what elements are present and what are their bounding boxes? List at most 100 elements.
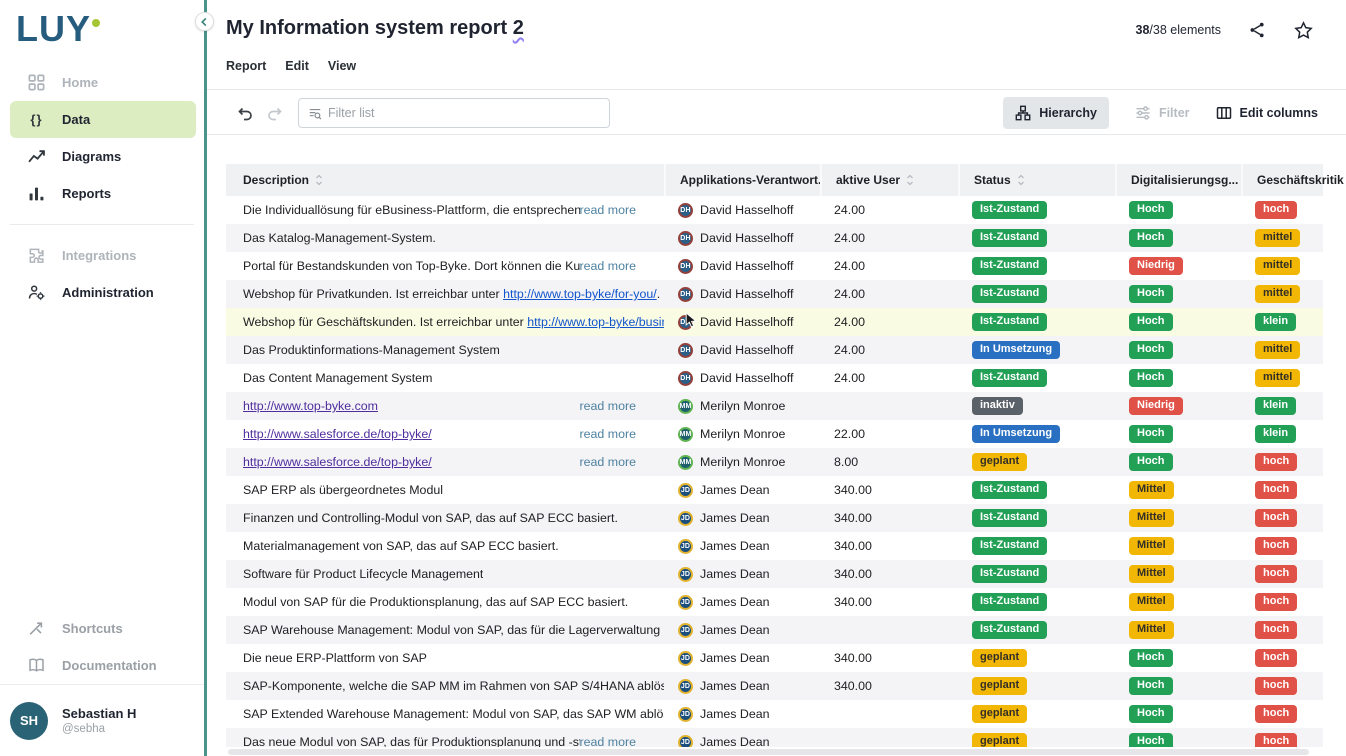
table-row[interactable]: Webshop für Privatkunden. Ist erreichbar…: [226, 280, 1323, 308]
digitalisierung-badge: Hoch: [1129, 201, 1173, 219]
sidebar-item-integrations[interactable]: Integrations: [0, 237, 204, 274]
digitalisierung-badge: Hoch: [1129, 313, 1173, 331]
table-row[interactable]: Das Content Management SystemDHDavid Has…: [226, 364, 1323, 392]
description-link[interactable]: http://www.salesforce.de/top-byke/: [243, 455, 432, 469]
table-body: Die Individuallösung für eBusiness-Platt…: [226, 196, 1323, 756]
user-profile[interactable]: SH Sebastian H @sebha: [0, 684, 204, 756]
description-link[interactable]: http://www.top-byke/business/: [527, 315, 664, 329]
table-row[interactable]: Das Produktinformations-Management Syste…: [226, 336, 1323, 364]
digitalisierung-badge-cell: Hoch: [1115, 196, 1241, 224]
filter-label: Filter: [1159, 106, 1190, 120]
column-header-description[interactable]: Description: [226, 164, 664, 196]
undo-button[interactable]: [236, 104, 254, 122]
share-button[interactable]: [1247, 20, 1267, 40]
owner-avatar: JD: [678, 623, 693, 638]
description-text: Die neue ERP-Plattform von SAP: [243, 651, 427, 665]
digitalisierung-badge: Mittel: [1129, 481, 1174, 499]
table-row[interactable]: Finanzen und Controlling-Modul von SAP, …: [226, 504, 1323, 532]
filter-list-field[interactable]: [298, 98, 610, 128]
active-users-value: 340.00: [820, 644, 958, 672]
read-more-link[interactable]: read more: [580, 203, 636, 217]
active-users-value: 24.00: [820, 364, 958, 392]
digitalisierung-badge-cell: Hoch: [1115, 672, 1241, 700]
digitalisierung-badge-cell: Mittel: [1115, 560, 1241, 588]
sidebar-item-documentation[interactable]: Documentation: [0, 647, 204, 684]
kritikalitaet-badge: mittel: [1255, 369, 1300, 387]
table-row[interactable]: Portal für Bestandskunden von Top-Byke. …: [226, 252, 1323, 280]
table-row[interactable]: SAP Warehouse Management: Modul von SAP,…: [226, 616, 1323, 644]
table-row[interactable]: Modul von SAP für die Produktionsplanung…: [226, 588, 1323, 616]
column-header-active-users[interactable]: aktive User: [820, 164, 958, 196]
sidebar-item-shortcuts[interactable]: Shortcuts: [0, 610, 204, 647]
table-row[interactable]: http://www.top-byke.com read more MMMerily…: [226, 392, 1323, 420]
status-badge: Ist-Zustand: [972, 621, 1047, 639]
description-cell: http://www.salesforce.de/top-byke/read m…: [226, 448, 664, 476]
description-cell: SAP ERP als übergeordnetes Modul: [226, 476, 664, 504]
favorite-button[interactable]: [1293, 20, 1313, 40]
owner-avatar: JD: [678, 539, 693, 554]
table-row[interactable]: Die neue ERP-Plattform von SAPJDJames De…: [226, 644, 1323, 672]
digitalisierung-badge-cell: Hoch: [1115, 700, 1241, 728]
owner-cell: MMMerilyn Monroe: [664, 392, 820, 420]
hierarchy-button[interactable]: Hierarchy: [1003, 97, 1109, 129]
read-more-link[interactable]: read more: [580, 259, 636, 273]
owner-avatar: JD: [678, 679, 693, 694]
owner-avatar: DH: [678, 343, 693, 358]
horizontal-scrollbar[interactable]: [226, 747, 1323, 756]
sidebar-item-diagrams[interactable]: Diagrams: [0, 138, 204, 175]
sidebar-divider: [10, 224, 194, 225]
sidebar-item-reports[interactable]: Reports: [0, 175, 204, 212]
brand-logo[interactable]: LUY: [16, 8, 91, 50]
owner-avatar: DH: [678, 371, 693, 386]
sidebar-collapse-button[interactable]: [195, 12, 214, 31]
kritikalitaet-badge-cell: hoch: [1241, 588, 1323, 616]
table-row[interactable]: Webshop für Geschäftskunden. Ist erreich…: [226, 308, 1323, 336]
description-link[interactable]: http://www.top-byke/for-you/: [503, 287, 657, 301]
table-row[interactable]: http://www.salesforce.de/top-byke/read m…: [226, 420, 1323, 448]
table-row[interactable]: Materialmanagement von SAP, das auf SAP …: [226, 532, 1323, 560]
scrollbar-thumb[interactable]: [228, 749, 1309, 755]
filter-list-input[interactable]: [328, 106, 600, 120]
filter-list-icon: [308, 106, 322, 121]
table-row[interactable]: Die Individuallösung für eBusiness-Platt…: [226, 196, 1323, 224]
description-link[interactable]: http://www.top-byke.com: [243, 399, 378, 413]
description-cell: Die neue ERP-Plattform von SAP: [226, 644, 664, 672]
status-badge: Ist-Zustand: [972, 201, 1047, 219]
read-more-link[interactable]: read more: [580, 399, 636, 413]
edit-columns-button[interactable]: Edit columns: [1216, 105, 1318, 121]
column-header-status[interactable]: Status: [958, 164, 1115, 196]
table-row[interactable]: SAP Extended Warehouse Management: Modul…: [226, 700, 1323, 728]
table-row[interactable]: SAP-Komponente, welche die SAP MM im Rah…: [226, 672, 1323, 700]
filter-button[interactable]: Filter: [1135, 105, 1190, 121]
bar-chart-icon: [27, 185, 45, 203]
grid-icon: [27, 74, 45, 92]
description-cell: Das Katalog-Management-System.: [226, 224, 664, 252]
active-users-value: [820, 700, 958, 728]
sidebar-item-administration[interactable]: Administration: [0, 274, 204, 311]
description-link[interactable]: http://www.salesforce.de/top-byke/: [243, 427, 432, 441]
column-header-geschaeftskritikalitaet[interactable]: Geschäftskritik: [1241, 164, 1323, 196]
table-row[interactable]: http://www.salesforce.de/top-byke/read m…: [226, 448, 1323, 476]
read-more-link[interactable]: read more: [580, 427, 636, 441]
menu-edit[interactable]: Edit: [285, 59, 309, 73]
table-row[interactable]: Das Katalog-Management-System.DHDavid Ha…: [226, 224, 1323, 252]
active-users-value: 340.00: [820, 476, 958, 504]
table-row[interactable]: SAP ERP als übergeordnetes ModulJDJames …: [226, 476, 1323, 504]
read-more-link[interactable]: read more: [580, 455, 636, 469]
user-name: Sebastian H: [62, 706, 136, 721]
status-badge: Ist-Zustand: [972, 257, 1047, 275]
kritikalitaet-badge-cell: hoch: [1241, 672, 1323, 700]
menu-report[interactable]: Report: [226, 59, 266, 73]
column-header-owner[interactable]: Applikations-Verantwort...: [664, 164, 820, 196]
sidebar-item-data[interactable]: { } Data: [10, 101, 196, 138]
description-cell: Materialmanagement von SAP, das auf SAP …: [226, 532, 664, 560]
column-header-digitalisierung[interactable]: Digitalisierungsg...: [1115, 164, 1241, 196]
kritikalitaet-badge: hoch: [1255, 565, 1297, 583]
menu-view[interactable]: View: [328, 59, 356, 73]
active-users-value: 8.00: [820, 448, 958, 476]
active-users-value: 24.00: [820, 336, 958, 364]
table-row[interactable]: Software für Product Lifecycle Managemen…: [226, 560, 1323, 588]
redo-button[interactable]: [266, 104, 284, 122]
main-content: My Information system report 2 38/38 ele…: [207, 0, 1346, 756]
sidebar-item-home[interactable]: Home: [0, 64, 204, 101]
